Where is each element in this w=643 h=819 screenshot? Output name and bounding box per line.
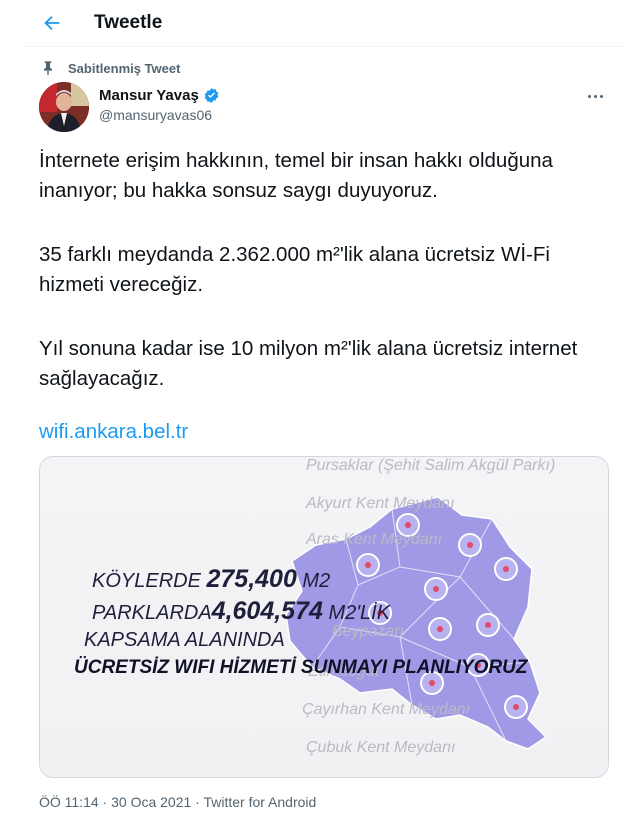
- back-button[interactable]: [32, 3, 72, 43]
- more-icon-dot: [593, 94, 597, 98]
- line1-value: 275,400: [206, 565, 297, 593]
- map-place-label: Çubuk Kent Meydanı: [306, 739, 456, 756]
- line1-prefix: KÖYLERDE: [92, 570, 207, 592]
- more-button[interactable]: [583, 86, 607, 106]
- line1-unit: M2: [296, 570, 331, 592]
- verified-badge-icon: [204, 88, 219, 103]
- tweet-meta: ÖÖ 11:14 · 30 Oca 2021 · Twitter for And…: [39, 794, 316, 810]
- top-bar: Tweetle: [22, 0, 622, 47]
- avatar[interactable]: [39, 82, 89, 132]
- pin-icon: [44, 61, 52, 76]
- media-line-2: PARKLARDA4,604,574 M2'LİK: [92, 597, 390, 626]
- map-place-label: Akyurt Kent Meydanı: [306, 495, 455, 512]
- media-line-3: KAPSAMA ALANINDA: [84, 629, 285, 651]
- pinned-label: Sabitlenmiş Tweet: [68, 60, 181, 76]
- map-place-label: Çayırhan Kent Meydanı: [302, 701, 471, 718]
- tweet-media-image[interactable]: Pursaklar (Şehit Salim Akgül Parkı) Akyu…: [39, 456, 609, 778]
- line2-value: 4,604,574: [211, 597, 323, 625]
- tweet-text: İnternete erişim hakkının, temel bir ins…: [39, 146, 609, 428]
- media-line-1: KÖYLERDE 275,400 M2: [92, 565, 330, 594]
- map-place-label: Pursaklar (Şehit Salim Akgül Parkı): [306, 457, 556, 474]
- more-icon-dot: [599, 94, 603, 98]
- author-handle[interactable]: @mansuryavas06: [99, 107, 212, 123]
- page-title: Tweetle: [94, 12, 163, 33]
- avatar-image: [39, 82, 89, 132]
- back-arrow-icon: [44, 15, 60, 31]
- tweet-paragraph-2: 35 farklı meydanda 2.362.000 m²'lik alan…: [39, 243, 550, 296]
- author-name-row: Mansur Yavaş: [99, 87, 220, 104]
- tweet-link[interactable]: wifi.ankara.bel.tr: [39, 420, 188, 444]
- tweet-paragraph-3: Yıl sonuna kadar ise 10 milyon m²'lik al…: [39, 337, 578, 390]
- more-icon: [587, 94, 591, 98]
- tweet-paragraph-1: İnternete erişim hakkının, temel bir ins…: [39, 149, 553, 202]
- line2-unit: M2'LİK: [322, 602, 391, 624]
- author-name[interactable]: Mansur Yavaş: [99, 87, 199, 104]
- map-place-label: Aras Kent Meydanı: [306, 531, 443, 548]
- pinned-indicator: Sabitlenmiş Tweet: [40, 60, 180, 76]
- media-line-4: ÜCRETSİZ WIFI HİZMETİ SUNMAYI PLANLIYORU…: [74, 657, 528, 678]
- line2-prefix: PARKLARDA: [92, 602, 212, 624]
- tweet-source[interactable]: Twitter for Android: [203, 794, 316, 810]
- tweet-timestamp[interactable]: ÖÖ 11:14 · 30 Oca 2021 ·: [39, 794, 203, 810]
